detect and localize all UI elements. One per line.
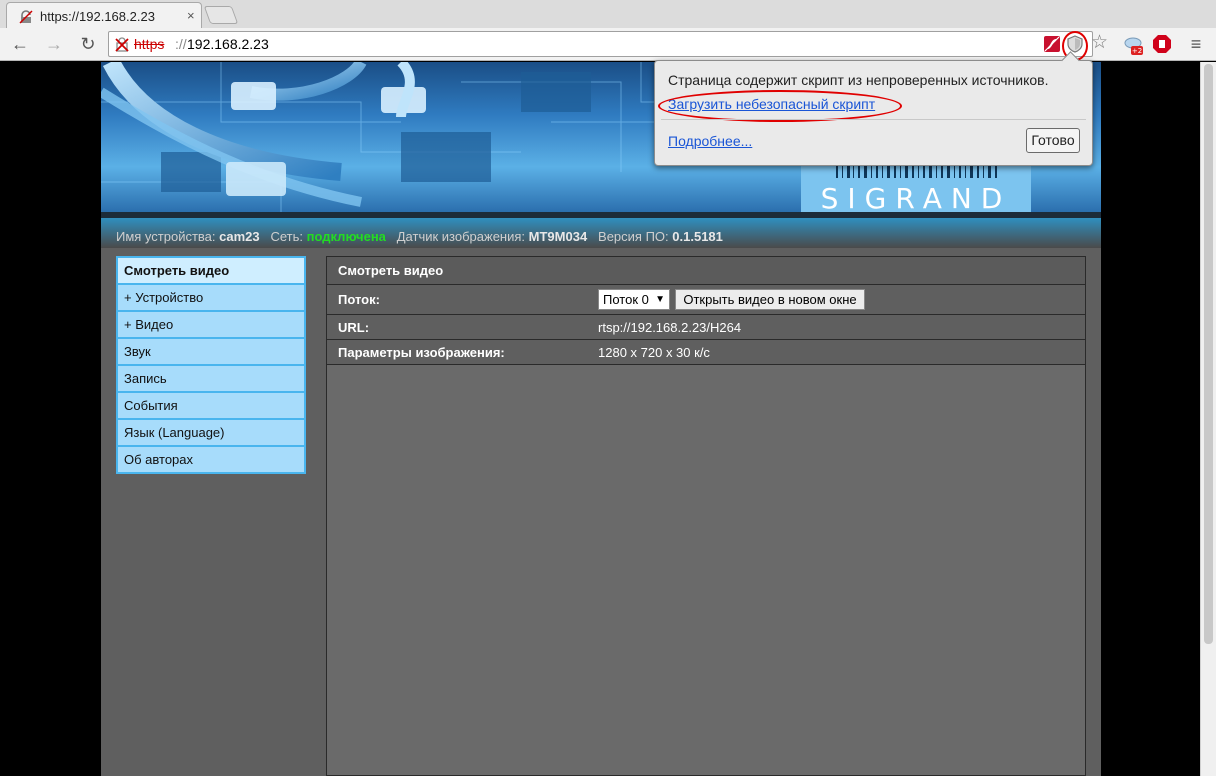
sidebar-item-recording[interactable]: Запись [118,366,304,391]
new-tab-button[interactable] [203,6,239,24]
blocked-plugin-icon[interactable] [1043,35,1061,53]
url-separator: :// [175,36,187,52]
device-info-text: Имя устройства: cam23 Сеть: подключена Д… [116,229,723,244]
image-params-value: 1280 x 720 x 30 к/с [598,345,710,360]
image-params-label: Параметры изображения: [338,345,505,360]
browser-toolbar: ← → ↻ https :// 192.168.2.23 ☆ +2 ≡ [0,28,1216,61]
adblock-icon[interactable] [1152,34,1172,54]
network-label: Сеть: [270,229,304,244]
sidebar-item-sound[interactable]: Звук [118,339,304,364]
image-params-row: Параметры изображения: 1280 x 720 x 30 к… [327,340,1085,365]
tab-title: https://192.168.2.23 [40,9,155,24]
sidebar-item-language[interactable]: Язык (Language) [118,420,304,445]
dropdown-arrow-icon: ▼ [655,294,665,305]
device-info-bar: Имя устройства: cam23 Сеть: подключена Д… [101,218,1101,248]
forward-icon[interactable]: → [44,34,64,54]
url-scheme: https [134,36,165,52]
reload-icon[interactable]: ↻ [78,34,98,54]
sigrand-logo: SIGRAND [821,182,1012,212]
annotation-ellipse [658,90,902,122]
url-value: rtsp://192.168.2.23/H264 [598,320,742,335]
browser-tab[interactable]: https://192.168.2.23 × [6,2,202,30]
url-host: 192.168.2.23 [187,36,269,52]
open-video-new-window-button[interactable]: Открыть видео в новом окне [675,289,865,310]
stream-select[interactable]: Поток 0 ▼ [598,289,670,310]
url-row: URL: rtsp://192.168.2.23/H264 [327,315,1085,340]
tab-close-icon[interactable]: × [187,9,195,23]
chrome-menu-icon[interactable]: ≡ [1186,34,1206,54]
panel-title: Смотреть видео [327,257,1085,285]
bubble-message: Страница содержит скрипт из непроверенны… [668,72,1049,88]
stream-select-value: Поток 0 [603,292,649,307]
weather-extension-icon[interactable]: +2 [1122,34,1143,55]
unsafe-script-bubble: Страница содержит скрипт из непроверенны… [654,51,1093,166]
more-info-link[interactable]: Подробнее... [668,133,752,149]
device-name-label: Имя устройства: [116,229,216,244]
sidebar-item-events[interactable]: События [118,393,304,418]
sidebar-item-video[interactable]: + Видео [118,312,304,337]
back-icon[interactable]: ← [10,34,30,54]
sidebar-item-about[interactable]: Об авторах [118,447,304,472]
sensor-label: Датчик изображения: [396,229,526,244]
sidebar-item-device[interactable]: + Устройство [118,285,304,310]
stream-label: Поток: [338,292,380,307]
svg-text:+2: +2 [1132,47,1142,55]
url-label: URL: [338,320,370,335]
page-scrollbar[interactable] [1200,62,1216,776]
sensor-value: MT9M034 [528,229,588,244]
watch-video-panel: Смотреть видео Поток: Поток 0 ▼ Открыть … [326,256,1086,776]
stream-row: Поток: Поток 0 ▼ Открыть видео в новом о… [327,285,1085,315]
device-name-value: cam23 [219,229,260,244]
star-icon[interactable]: ☆ [1091,33,1109,53]
camera-web-interface: SIGRAND Имя устройства: cam23 Сеть: подк… [101,62,1101,776]
firmware-label: Версия ПО: [598,229,669,244]
sidebar-menu: Смотреть видео + Устройство + Видео Звук… [116,256,306,474]
firmware-value: 0.1.5181 [672,229,723,244]
done-button[interactable]: Готово [1026,128,1080,153]
sidebar-item-watch-video[interactable]: Смотреть видео [118,258,304,283]
tab-strip: https://192.168.2.23 × [0,0,1216,30]
bubble-divider [661,119,1086,120]
scrollbar-thumb[interactable] [1204,64,1213,644]
network-status-value: подключена [306,229,386,244]
broken-lock-favicon-icon [19,10,33,24]
insecure-lock-icon[interactable] [115,36,129,56]
address-bar[interactable]: https :// 192.168.2.23 ☆ [108,31,1108,61]
